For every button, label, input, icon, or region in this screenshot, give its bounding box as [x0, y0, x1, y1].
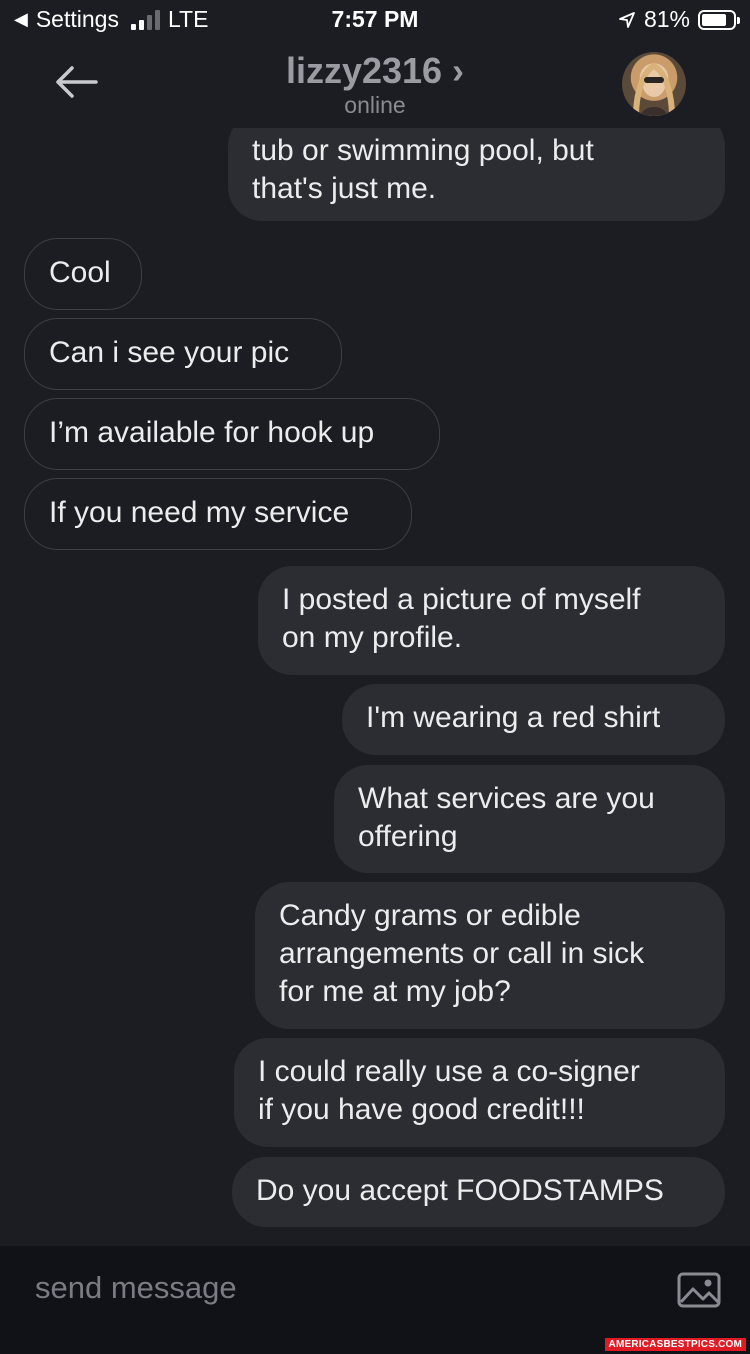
- message-bubble: I’m available for hook up: [24, 398, 440, 470]
- avatar-portrait-icon: [632, 62, 676, 116]
- message-bubble: I could really use a co-signer if you ha…: [234, 1038, 725, 1147]
- battery-percent: 81%: [643, 6, 690, 32]
- image-icon[interactable]: [677, 1272, 721, 1308]
- watermark: AMERICASBESTPICS.COM: [604, 1338, 746, 1351]
- message-bubble: I posted a picture of myself on my profi…: [258, 566, 725, 675]
- status-right: 81%: [618, 6, 740, 33]
- message-bubble: Cool: [24, 238, 142, 310]
- message-list[interactable]: tub or swimming pool, but that's just me…: [0, 128, 750, 1246]
- location-arrow-icon: [619, 11, 635, 28]
- battery-icon: [698, 9, 740, 30]
- message-input[interactable]: send message: [35, 1270, 237, 1306]
- message-bubble: If you need my service: [24, 478, 412, 550]
- message-bubble: Candy grams or edible arrangements or ca…: [255, 882, 725, 1029]
- message-bubble: Can i see your pic: [24, 318, 342, 390]
- composer-bar: send message: [0, 1246, 750, 1334]
- status-bar: ◀ Settings LTE 7:57 PM 81%: [0, 0, 750, 44]
- message-bubble: What services are you offering: [334, 765, 725, 873]
- avatar[interactable]: [622, 52, 686, 116]
- message-bubble: Do you accept FOODSTAMPS: [232, 1157, 725, 1227]
- message-bubble: I'm wearing a red shirt: [342, 684, 725, 755]
- message-bubble: tub or swimming pool, but that's just me…: [228, 128, 725, 221]
- chat-header: lizzy2316 › online: [0, 44, 750, 128]
